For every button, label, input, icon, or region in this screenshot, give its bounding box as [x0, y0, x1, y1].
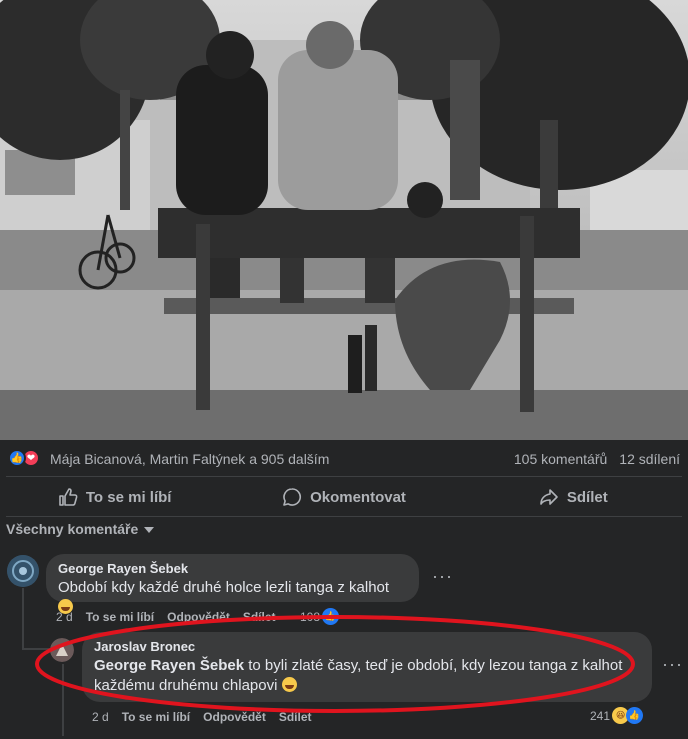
reactions-names[interactable]: Mája Bicanová, Martin Faltýnek a 905 dal… [50, 451, 329, 467]
more-icon[interactable]: ··· [432, 566, 453, 587]
comment-share-link[interactable]: Sdílet [243, 610, 276, 624]
more-icon[interactable]: ··· [662, 654, 683, 675]
avatar[interactable] [7, 555, 39, 587]
thumbs-up-icon [59, 488, 78, 506]
comment-author[interactable]: George Rayen Šebek [58, 561, 407, 576]
avatar-image [50, 638, 74, 662]
comment-label: Okomentovat [310, 488, 406, 506]
comment-icon [283, 488, 302, 506]
reaction-icons[interactable]: 👍 ❤ [8, 449, 40, 467]
comment-time[interactable]: 2 d [56, 610, 73, 624]
comment-bubble: Jaroslav Bronec George Rayen Šebek to by… [82, 632, 652, 702]
comment-reply-link[interactable]: Odpovědět [167, 610, 230, 624]
comment-text: Období kdy každé druhé holce lezli tanga… [58, 579, 390, 596]
share-button[interactable]: Sdílet [459, 478, 688, 516]
shares-count[interactable]: 12 sdílení [619, 451, 680, 467]
like-icon: 👍 [322, 608, 340, 625]
thread-line [62, 664, 64, 736]
comments-filter-dropdown[interactable]: Všechny komentáře [6, 521, 155, 537]
comment-meta: 2 d To se mi líbí Odpovědět Sdílet [56, 610, 276, 624]
thread-line [22, 588, 24, 648]
comment-reaction-count[interactable]: 108 👍 [300, 608, 340, 625]
comments-count[interactable]: 105 komentářů [514, 451, 607, 467]
laugh-emoji-icon [281, 677, 297, 692]
divider [6, 516, 682, 517]
comments-filter-label: Všechny komentáře [6, 521, 139, 537]
post-actions: To se mi líbí Okomentovat Sdílet [0, 478, 688, 516]
comment-reply-link[interactable]: Odpovědět [203, 710, 266, 724]
comment-bubble: George Rayen Šebek Období kdy každé druh… [46, 554, 419, 614]
photo-image [0, 0, 688, 440]
thread-connector [22, 648, 50, 650]
reaction-summary-bar: 👍 ❤ Mája Bicanová, Martin Faltýnek a 905… [0, 440, 688, 476]
share-label: Sdílet [566, 488, 608, 506]
comment-share-link[interactable]: Sdílet [279, 710, 312, 724]
like-label: To se mi líbí [85, 488, 172, 506]
avatar-image [7, 555, 39, 587]
avatar[interactable] [50, 638, 74, 662]
share-icon [540, 489, 558, 505]
comment-like-link[interactable]: To se mi líbí [86, 610, 154, 624]
comment-button[interactable]: Okomentovat [229, 478, 458, 516]
like-icon: 👍 [626, 707, 644, 724]
divider [6, 476, 682, 477]
comment-time[interactable]: 2 d [92, 710, 109, 724]
comment-reaction-count[interactable]: 241 😆 👍 [590, 707, 644, 724]
post-photo[interactable] [0, 0, 688, 440]
comment-mention[interactable]: George Rayen Šebek [94, 657, 244, 674]
like-icon: 👍 [8, 449, 26, 467]
like-button[interactable]: To se mi líbí [0, 478, 229, 516]
comment-like-link[interactable]: To se mi líbí [122, 710, 190, 724]
comment-meta: 2 d To se mi líbí Odpovědět Sdílet [92, 710, 312, 724]
caret-down-icon [144, 527, 155, 533]
comment-author[interactable]: Jaroslav Bronec [94, 639, 640, 654]
